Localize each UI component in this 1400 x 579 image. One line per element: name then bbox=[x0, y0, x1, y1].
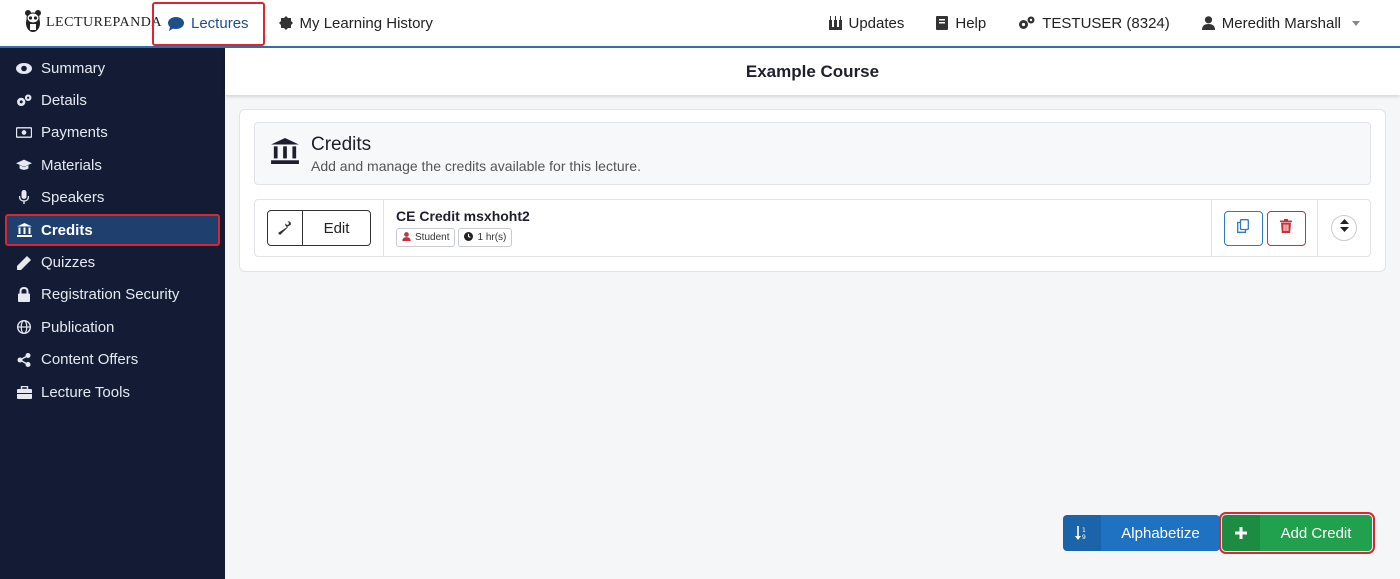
svg-text:9: 9 bbox=[1082, 534, 1086, 540]
nav-help-label: Help bbox=[955, 14, 987, 32]
section-title: Credits bbox=[311, 133, 372, 155]
graduation-cap-icon bbox=[16, 159, 32, 171]
sidebar-item-summary[interactable]: Summary bbox=[5, 52, 220, 84]
svg-text:1: 1 bbox=[1082, 527, 1086, 534]
nav-lectures[interactable]: Lectures bbox=[152, 1, 265, 46]
section-subtitle: Add and manage the credits available for… bbox=[311, 157, 641, 174]
share-icon bbox=[16, 352, 32, 367]
credit-name: CE Credit msxhoht2 bbox=[396, 208, 530, 224]
sidebar-item-label: Materials bbox=[41, 156, 102, 174]
sidebar-item-label: Content Offers bbox=[41, 351, 139, 369]
globe-icon bbox=[16, 320, 32, 335]
add-credit-button[interactable]: Add Credit bbox=[1219, 512, 1375, 554]
sidebar-item-label: Lecture Tools bbox=[41, 383, 130, 401]
credit-sort-cell bbox=[1318, 200, 1370, 256]
book-icon bbox=[936, 16, 949, 30]
panda-icon bbox=[24, 9, 42, 38]
reorder-handle[interactable] bbox=[1331, 215, 1357, 241]
credit-row: Edit CE Credit msxhoht2 Student 1 hr(s) bbox=[254, 199, 1371, 257]
sort-icon bbox=[1339, 219, 1349, 237]
sidebar-item-quizzes[interactable]: Quizzes bbox=[5, 246, 220, 278]
nav-updates[interactable]: Updates bbox=[813, 0, 921, 46]
credit-actions bbox=[1212, 200, 1318, 256]
university-icon bbox=[16, 223, 32, 238]
brand-name: LECTUREPANDA bbox=[46, 15, 162, 30]
sidebar-item-label: Details bbox=[41, 92, 87, 110]
sidebar-item-payments[interactable]: Payments bbox=[5, 117, 220, 149]
sidebar-item-credits[interactable]: Credits bbox=[5, 213, 220, 247]
floating-actions: 19 Alphabetize Add Credit bbox=[1063, 512, 1375, 554]
copy-credit-button[interactable] bbox=[1223, 210, 1263, 246]
eye-icon bbox=[16, 62, 32, 74]
nav-organization[interactable]: TESTUSER (8324) bbox=[1002, 0, 1186, 46]
credits-card: Credits Add and manage the credits avail… bbox=[239, 109, 1386, 272]
pencil-icon bbox=[16, 255, 32, 270]
sidebar-item-content-offers[interactable]: Content Offers bbox=[5, 344, 220, 376]
nav-learning-history[interactable]: My Learning History bbox=[265, 0, 447, 46]
sidebar-item-label: Payments bbox=[41, 124, 108, 142]
sidebar-item-publication[interactable]: Publication bbox=[5, 311, 220, 343]
university-icon bbox=[271, 138, 299, 169]
nav-org-label: TESTUSER (8324) bbox=[1042, 14, 1170, 32]
comment-icon bbox=[168, 16, 184, 31]
sidebar-item-details[interactable]: Details bbox=[5, 84, 220, 116]
top-navbar: LECTUREPANDA Lectures My Learning Histor… bbox=[0, 0, 1400, 48]
course-title: Example Course bbox=[225, 48, 1400, 95]
audience-badge-label: Student bbox=[415, 232, 450, 243]
delete-credit-button[interactable] bbox=[1266, 210, 1306, 246]
gears-icon bbox=[16, 94, 32, 107]
caret-down-icon bbox=[1352, 20, 1360, 26]
sidebar-item-speakers[interactable]: Speakers bbox=[5, 182, 220, 214]
hours-badge: 1 hr(s) bbox=[458, 228, 513, 247]
edit-credit-button[interactable]: Edit bbox=[267, 210, 371, 246]
sidebar-item-label: Quizzes bbox=[41, 254, 96, 272]
plus-icon bbox=[1222, 515, 1260, 551]
nav-lectures-label: Lectures bbox=[191, 15, 249, 32]
alphabetize-button[interactable]: 19 Alphabetize bbox=[1063, 515, 1220, 551]
credits-section-header: Credits Add and manage the credits avail… bbox=[254, 122, 1371, 185]
user-icon bbox=[402, 231, 411, 244]
gears-icon bbox=[1018, 16, 1035, 30]
main-content: Example Course Credits Add and manage th… bbox=[225, 48, 1400, 579]
add-credit-label: Add Credit bbox=[1280, 524, 1352, 542]
user-icon bbox=[1201, 16, 1215, 30]
sidebar-item-registration-security[interactable]: Registration Security bbox=[5, 279, 220, 311]
sidebar-item-label: Registration Security bbox=[41, 286, 180, 304]
sidebar-item-label: Summary bbox=[41, 59, 106, 77]
certificate-icon bbox=[278, 16, 293, 30]
nav-history-label: My Learning History bbox=[299, 14, 433, 32]
lecture-sidebar: Summary Details Payments Materials Speak… bbox=[0, 48, 225, 579]
sidebar-item-label: Publication bbox=[41, 318, 115, 336]
sidebar-item-label: Speakers bbox=[41, 189, 105, 207]
money-bill-icon bbox=[16, 127, 32, 139]
sidebar-item-label: Credits bbox=[41, 221, 93, 239]
toolbox-icon bbox=[16, 385, 32, 399]
clock-icon bbox=[464, 231, 474, 244]
nav-user-label: Meredith Marshall bbox=[1221, 14, 1341, 32]
copy-icon bbox=[1237, 218, 1249, 238]
lock-icon bbox=[16, 287, 32, 303]
microphone-icon bbox=[16, 190, 32, 205]
trash-icon bbox=[1280, 218, 1292, 238]
sidebar-item-lecture-tools[interactable]: Lecture Tools bbox=[5, 376, 220, 408]
alphabetize-label: Alphabetize bbox=[1121, 524, 1200, 542]
castle-icon bbox=[828, 16, 842, 30]
nav-updates-label: Updates bbox=[848, 14, 905, 32]
sort-alpha-icon: 19 bbox=[1063, 515, 1101, 551]
audience-badge: Student bbox=[396, 228, 456, 247]
nav-user-menu[interactable]: Meredith Marshall bbox=[1186, 0, 1376, 46]
credit-edit-cell: Edit bbox=[255, 200, 384, 256]
edit-button-label: Edit bbox=[323, 219, 350, 237]
wrench-icon bbox=[268, 211, 303, 245]
nav-help[interactable]: Help bbox=[920, 0, 1002, 46]
sidebar-item-materials[interactable]: Materials bbox=[5, 149, 220, 181]
brand-logo[interactable]: LECTUREPANDA bbox=[0, 0, 161, 46]
credit-info: CE Credit msxhoht2 Student 1 hr(s) bbox=[384, 200, 1212, 256]
hours-badge-label: 1 hr(s) bbox=[477, 232, 507, 243]
